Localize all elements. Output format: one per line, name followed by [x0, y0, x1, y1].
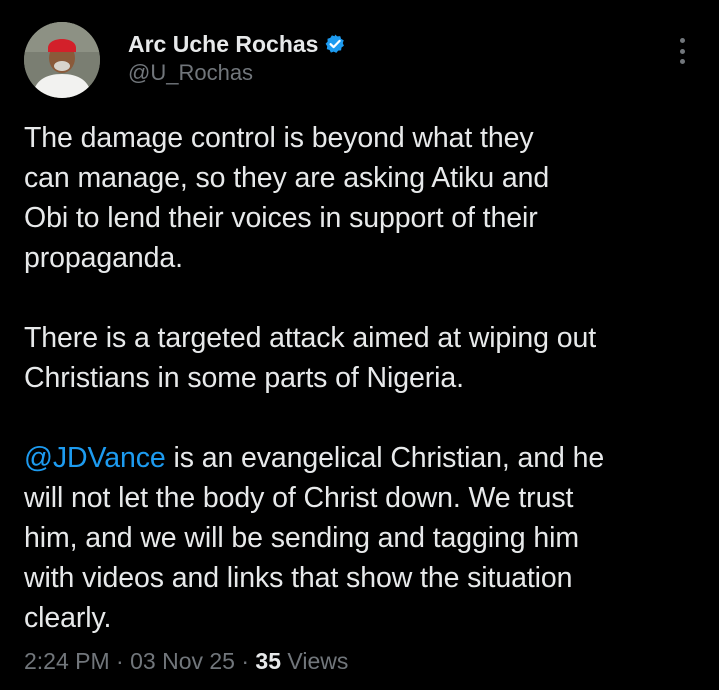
text-line: will not let the body of Christ down. We…	[24, 482, 574, 514]
avatar[interactable]	[24, 22, 100, 98]
text-line: clearly.	[24, 602, 112, 634]
tweet-meta: 2:24 PM · 03 Nov 25 · 35 Views	[24, 648, 348, 675]
author-name-row[interactable]: Arc Uche Rochas	[128, 30, 346, 58]
tweet-time[interactable]: 2:24 PM	[24, 648, 110, 674]
more-dot	[679, 48, 685, 54]
text-line: propaganda.	[24, 242, 183, 274]
more-dot	[679, 59, 685, 64]
text-line: Christians in some parts of Nigeria.	[24, 362, 464, 394]
verified-badge-icon	[324, 33, 346, 55]
tweet-card: Arc Uche Rochas @U_Rochas The damage con…	[0, 0, 719, 690]
text-line: @JDVance is an evangelical Christian, an…	[24, 438, 704, 478]
views-count: 35	[255, 648, 282, 674]
tweet-date[interactable]: 03 Nov 25	[130, 648, 235, 674]
text-line: can manage, so they are asking Atiku and	[24, 162, 550, 194]
text-line: with videos and links that show the situ…	[24, 562, 573, 594]
tweet-paragraph-3: @JDVance is an evangelical Christian, an…	[24, 438, 704, 638]
more-options-icon[interactable]	[670, 36, 694, 66]
meta-separator: ·	[109, 648, 131, 674]
tweet-paragraph-1: The damage control is beyond what they c…	[24, 118, 704, 278]
text-fragment: is an evangelical Christian, and he	[165, 442, 605, 474]
author-display-name[interactable]: Arc Uche Rochas	[128, 31, 318, 58]
text-line: him, and we will be sending and tagging …	[24, 522, 579, 554]
text-line: Obi to lend their voices in support of t…	[24, 202, 538, 234]
more-dot	[679, 38, 685, 43]
meta-separator: ·	[234, 648, 256, 674]
text-line: The damage control is beyond what they	[24, 122, 534, 154]
mention-link[interactable]: @JDVance	[24, 442, 166, 474]
author-handle[interactable]: @U_Rochas	[128, 60, 253, 86]
tweet-paragraph-2: There is a targeted attack aimed at wipi…	[24, 318, 704, 398]
tweet-text: The damage control is beyond what they c…	[24, 118, 704, 678]
views-label: Views	[281, 648, 349, 674]
text-line: There is a targeted attack aimed at wipi…	[24, 322, 597, 354]
